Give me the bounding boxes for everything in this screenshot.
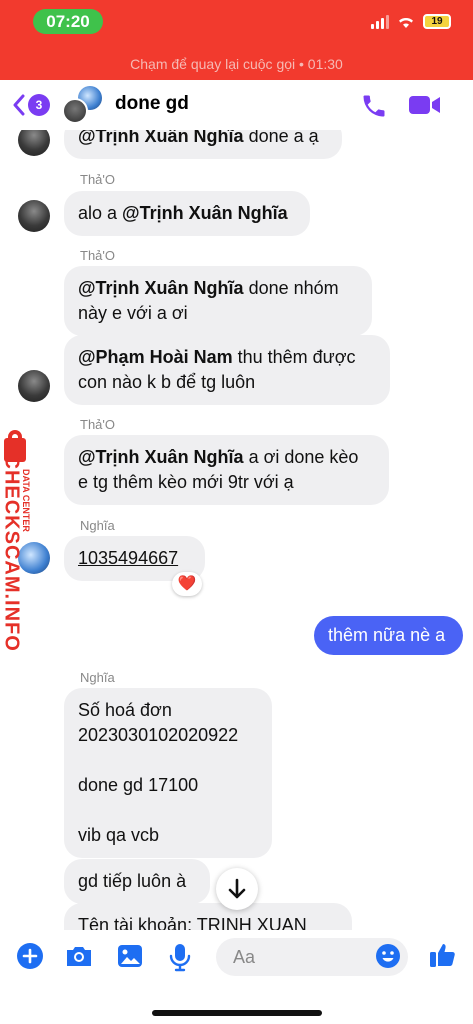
scroll-to-bottom-button[interactable] <box>216 868 258 910</box>
battery-icon: 19 <box>423 14 451 29</box>
image-icon[interactable] <box>116 942 144 970</box>
chat-title[interactable]: done gd <box>115 93 189 115</box>
arrow-down-icon <box>228 878 246 899</box>
message-text: done gd 17100 <box>78 775 199 795</box>
message-text: 2023030102020922 <box>78 725 239 745</box>
chat-header: 3 done gd <box>0 80 473 130</box>
unread-badge: 3 <box>28 94 50 116</box>
message-bubble[interactable]: @Trịnh Xuân Nghĩa done nhóm này e với a … <box>64 266 372 336</box>
video-icon[interactable] <box>408 92 442 118</box>
sender-name: Thả'O <box>80 417 115 432</box>
emoji-icon[interactable] <box>375 943 401 969</box>
watermark-brand: CHECKSCAM.INFO <box>0 454 23 652</box>
message-thread[interactable]: @Trịnh Xuân Nghĩa done a ạ Thả'O alo a @… <box>0 130 473 930</box>
wifi-icon <box>399 17 413 28</box>
sender-avatar[interactable] <box>18 200 50 232</box>
sender-name: Thả'O <box>80 248 115 263</box>
mention[interactable]: @Phạm Hoài Nam <box>78 347 233 367</box>
camera-icon[interactable] <box>64 942 94 970</box>
message-text: done a ạ <box>243 130 319 146</box>
plus-icon[interactable] <box>16 942 44 970</box>
return-to-call-bar[interactable]: 07:20 19 Chạm để quay lại cuộc gọi • 01:… <box>0 0 473 80</box>
message-text: e tg thêm kèo mới 9tr với ạ <box>78 472 294 492</box>
message-bubble[interactable]: gd tiếp luôn à <box>64 859 210 904</box>
signal-icon <box>371 14 389 29</box>
message-text: done nhóm <box>243 278 339 298</box>
watermark-sub: DATA CENTER <box>21 469 31 532</box>
home-indicator <box>152 1010 322 1016</box>
message-text: a ơi done kèo <box>243 447 359 467</box>
message-bubble[interactable]: @Phạm Hoài Nam thu thêm được con nào k b… <box>64 335 390 405</box>
chevron-left-icon <box>13 94 25 116</box>
message-text: Số hoá đơn <box>78 700 172 720</box>
back-button[interactable]: 3 <box>12 94 50 116</box>
mention[interactable]: @Trịnh Xuân Nghĩa <box>78 278 244 298</box>
sender-avatar[interactable] <box>18 130 50 156</box>
message-text: vib qa vcb <box>78 825 160 845</box>
mic-icon[interactable] <box>168 942 192 972</box>
phone-icon[interactable] <box>360 92 388 120</box>
group-avatar[interactable] <box>62 86 104 126</box>
message-bubble[interactable]: Số hoá đơn 2023030102020922 done gd 1710… <box>64 688 272 858</box>
message-text: thu thêm được <box>232 347 356 367</box>
message-bubble[interactable]: @Trịnh Xuân Nghĩa a ơi done kèo e tg thê… <box>64 435 389 505</box>
mention[interactable]: @Trịnh Xuân Nghĩa <box>122 203 288 223</box>
status-icons: 19 <box>371 14 451 29</box>
sender-name: Nghĩa <box>80 670 115 685</box>
outgoing-message-bubble[interactable]: thêm nữa nè a <box>314 616 463 655</box>
message-bubble[interactable]: alo a @Trịnh Xuân Nghĩa <box>64 191 310 236</box>
message-bubble[interactable]: @Trịnh Xuân Nghĩa done a ạ <box>64 130 342 159</box>
sender-name: Nghĩa <box>80 518 115 533</box>
watermark: DATA CENTER CHECKSCAM.INFO <box>0 430 60 670</box>
sender-name: Thả'O <box>80 172 115 187</box>
message-text: này e với a ơi <box>78 303 188 323</box>
mention[interactable]: @Trịnh Xuân Nghĩa <box>78 130 244 146</box>
status-time: 07:20 <box>33 9 103 34</box>
like-icon[interactable] <box>428 940 458 970</box>
composer-bar: Aa <box>0 930 473 1024</box>
message-text: alo a <box>78 203 123 223</box>
heart-reaction-icon[interactable]: ❤️ <box>172 572 202 596</box>
message-input-placeholder: Aa <box>233 947 256 967</box>
call-banner-text: Chạm để quay lại cuộc gọi • 01:30 <box>130 56 343 72</box>
phone-number-link[interactable]: 1035494667 <box>78 548 178 568</box>
message-text: con nào k b để tg luôn <box>78 372 256 392</box>
sender-avatar[interactable] <box>18 370 50 402</box>
message-bubble[interactable]: Tên tài khoản: TRINH XUAN <box>64 903 352 930</box>
mention[interactable]: @Trịnh Xuân Nghĩa <box>78 447 244 467</box>
